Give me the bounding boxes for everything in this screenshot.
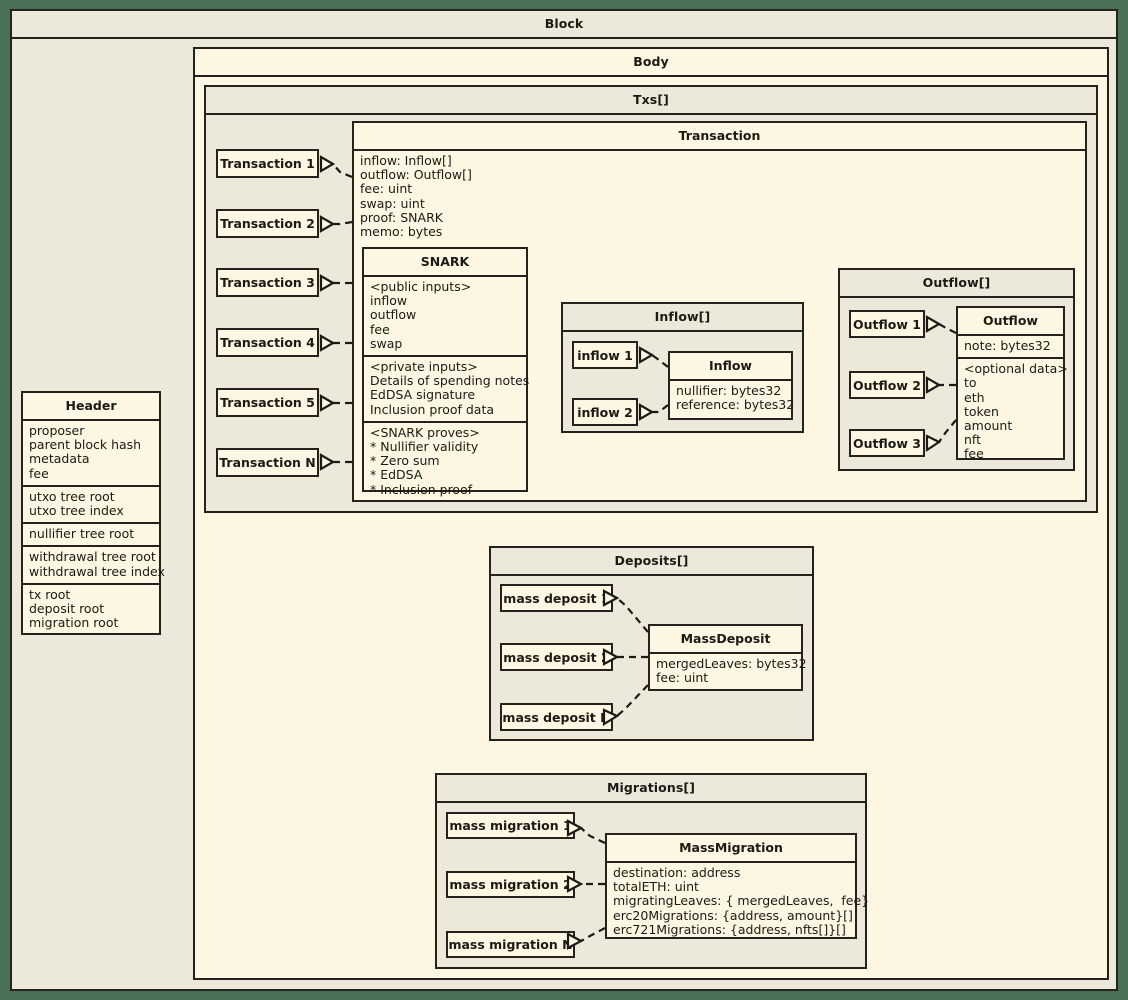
migrations-item-0[interactable]: mass migration 1 — [446, 812, 575, 839]
class-header-section-0: proposer parent block hash metadata fee — [29, 423, 142, 481]
package-migrations-title: Migrations[] — [437, 775, 865, 803]
txs-item-4[interactable]: Transaction 5 — [216, 388, 319, 417]
class-header-section-1: utxo tree root utxo tree index — [23, 484, 159, 522]
class-mass-deposit-title: MassDeposit — [650, 626, 801, 654]
class-mass-deposit: MassDeposit mergedLeaves: bytes32 fee: u… — [648, 624, 807, 691]
txs-item-0[interactable]: Transaction 1 — [216, 149, 319, 178]
class-header-section-4: tx root deposit root migration root — [23, 582, 159, 635]
class-header: Header proposer parent block hash metada… — [21, 391, 165, 635]
deposits-item-2[interactable]: mass deposit N — [500, 703, 613, 731]
diagram-canvas: Block Header proposer parent block hash … — [0, 0, 1128, 1000]
class-header-section-3: withdrawal tree root withdrawal tree ind… — [23, 545, 165, 582]
class-mass-migration-attributes: destination: address totalETH: uint migr… — [613, 865, 870, 937]
txs-item-2[interactable]: Transaction 3 — [216, 268, 319, 297]
outflow-item-1[interactable]: Outflow 2 — [849, 371, 925, 399]
class-mass-migration-title: MassMigration — [607, 835, 855, 863]
package-txs-title: Txs[] — [206, 87, 1096, 115]
txs-item-1[interactable]: Transaction 2 — [216, 209, 319, 238]
inflow-item-1[interactable]: inflow 2 — [572, 398, 638, 426]
package-deposits-title: Deposits[] — [491, 548, 812, 576]
class-mass-deposit-attributes: mergedLeaves: bytes32 fee: uint — [656, 656, 807, 686]
package-body-title: Body — [195, 49, 1107, 77]
txs-item-5[interactable]: Transaction N — [216, 448, 319, 477]
class-snark-title: SNARK — [364, 249, 526, 277]
class-transaction-title: Transaction — [354, 123, 1085, 151]
class-snark-section-1: <private inputs> Details of spending not… — [364, 355, 529, 421]
outflow-item-2[interactable]: Outflow 3 — [849, 429, 925, 457]
class-outflow: Outflow note: bytes32 <optional data> to… — [956, 306, 1068, 461]
class-snark: SNARK <public inputs> inflow outflow fee… — [362, 247, 529, 496]
class-outflow-section-1: <optional data> to eth token amount nft … — [958, 357, 1068, 465]
class-inflow: Inflow nullifier: bytes32 reference: byt… — [668, 351, 795, 420]
migrations-item-2[interactable]: mass migration N — [446, 931, 575, 958]
migrations-item-1[interactable]: mass migration 2 — [446, 871, 575, 898]
class-outflow-section-0: note: bytes32 — [964, 338, 1051, 353]
package-outflow-array-title: Outflow[] — [840, 270, 1073, 298]
class-snark-section-0: <public inputs> inflow outflow fee swap — [370, 279, 472, 351]
class-snark-section-2: <SNARK proves> * Nullifier validity * Ze… — [364, 420, 526, 501]
class-mass-migration: MassMigration destination: address total… — [605, 833, 870, 939]
outflow-item-0[interactable]: Outflow 1 — [849, 310, 925, 338]
package-block-title: Block — [12, 11, 1116, 39]
class-outflow-title: Outflow — [958, 308, 1063, 336]
class-inflow-attributes: nullifier: bytes32 reference: bytes32 — [676, 383, 795, 413]
inflow-item-0[interactable]: inflow 1 — [572, 341, 638, 369]
deposits-item-1[interactable]: mass deposit 2 — [500, 643, 613, 671]
class-header-title: Header — [23, 393, 159, 421]
class-inflow-title: Inflow — [670, 353, 791, 381]
deposits-item-0[interactable]: mass deposit 1 — [500, 584, 613, 612]
class-header-section-2: nullifier tree root — [23, 522, 159, 545]
txs-item-3[interactable]: Transaction 4 — [216, 328, 319, 357]
package-inflow-array-title: Inflow[] — [563, 304, 802, 332]
